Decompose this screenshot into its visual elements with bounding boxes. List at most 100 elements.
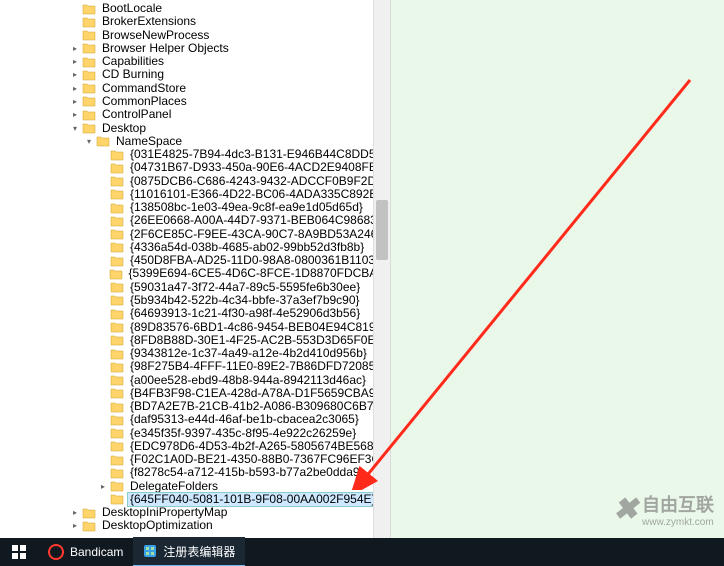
tree-node-label: DelegateFolders <box>128 480 220 493</box>
taskbar-label: Bandicam <box>70 545 123 559</box>
tree-node-label: {9343812e-1c37-4a49-a12e-4b2d410d956b} <box>128 347 369 360</box>
tree-node-label: {8FD8B88D-30E1-4F25-AC2B-553D3D65F0EA} <box>128 334 389 347</box>
expander-closed-icon[interactable]: ▸ <box>70 57 80 67</box>
tree-node[interactable]: ▸{0875DCB6-C686-4243-9432-ADCCF0B9F2D7} <box>0 174 390 187</box>
folder-icon <box>82 29 96 41</box>
expander-closed-icon[interactable]: ▸ <box>98 481 108 491</box>
folder-icon <box>110 480 124 492</box>
tree-node[interactable]: ▸{04731B67-D933-450a-90E6-4ACD2E9408FE} <box>0 161 390 174</box>
tree-node[interactable]: ▸{f8278c54-a712-415b-b593-b77a2be0dda9} <box>0 466 390 479</box>
tree-node[interactable]: ▸{B4FB3F98-C1EA-428d-A78A-D1F5659CBA93} <box>0 387 390 400</box>
tree-node[interactable]: ▸{5399E694-6CE5-4D6C-8FCE-1D8870FDCBA0} <box>0 267 390 280</box>
tree-node[interactable]: ▸ DesktopIniPropertyMap <box>0 506 390 519</box>
tree-node-label: DesktopIniPropertyMap <box>100 506 229 519</box>
tree-node[interactable]: ▸{11016101-E366-4D22-BC06-4ADA335C892B} <box>0 188 390 201</box>
tree-node-label: {4336a54d-038b-4685-ab02-99bb52d3fb8b} <box>128 241 366 254</box>
tree-node[interactable]: ▸{daf95313-e44d-46af-be1b-cbacea2c3065} <box>0 413 390 426</box>
tree-node[interactable]: ▸Capabilities <box>0 55 390 68</box>
taskbar-label: 注册表编辑器 <box>163 543 235 560</box>
folder-icon <box>110 308 124 320</box>
tree-node[interactable]: ▸{F02C1A0D-BE21-4350-88B0-7367FC96EF3C} <box>0 453 390 466</box>
tree-node[interactable]: ▸{EDC978D6-4D53-4b2f-A265-5805674BE568} <box>0 440 390 453</box>
tree-node-label: {59031a47-3f72-44a7-89c5-5595fe6b30ee} <box>128 281 362 294</box>
expander-closed-icon[interactable]: ▸ <box>70 508 80 518</box>
folder-icon <box>82 56 96 68</box>
expander-closed-icon[interactable]: ▸ <box>70 70 80 80</box>
tree-node[interactable]: ▸ DelegateFolders <box>0 480 390 493</box>
scrollbar-track[interactable] <box>373 0 390 538</box>
tree-node[interactable]: ▸ CommandStore <box>0 82 390 95</box>
tree-node[interactable]: ▸{2F6CE85C-F9EE-43CA-90C7-8A9BD53A2467} <box>0 228 390 241</box>
folder-icon <box>110 334 124 346</box>
folder-icon <box>110 188 124 200</box>
scrollbar-thumb[interactable] <box>376 200 388 260</box>
taskbar-item-regedit[interactable]: 注册表编辑器 <box>133 537 245 566</box>
tree-node[interactable]: ▸{a00ee528-ebd9-48b8-944a-8942113d46ac} <box>0 373 390 386</box>
tree-node-label: {04731B67-D933-450a-90E6-4ACD2E9408FE} <box>128 161 383 174</box>
tree-node[interactable]: ▸BrowseNewProcess <box>0 29 390 42</box>
folder-icon <box>110 215 124 227</box>
registry-tree[interactable]: ▸BootLocale▸BrokerExtensions▸BrowseNewPr… <box>0 0 390 535</box>
tree-node-label: {5399E694-6CE5-4D6C-8FCE-1D8870FDCBA0} <box>127 267 390 280</box>
expander-open-icon[interactable]: ▾ <box>84 136 94 146</box>
expander-closed-icon[interactable]: ▸ <box>70 83 80 93</box>
folder-icon <box>110 321 124 333</box>
tree-node[interactable]: ▸{26EE0668-A00A-44D7-9371-BEB064C98683} <box>0 214 390 227</box>
expander-closed-icon[interactable]: ▸ <box>70 521 80 531</box>
tree-node[interactable]: ▸ ControlPanel <box>0 108 390 121</box>
tree-node[interactable]: ▸{5b934b42-522b-4c34-bbfe-37a3ef7b9c90} <box>0 294 390 307</box>
folder-icon <box>110 241 124 253</box>
tree-node[interactable]: ▸{9343812e-1c37-4a49-a12e-4b2d410d956b} <box>0 347 390 360</box>
tree-node[interactable]: ▸{e345f35f-9397-435c-8f95-4e922c26259e} <box>0 427 390 440</box>
tree-node-label: BrowseNewProcess <box>100 29 211 42</box>
start-button[interactable] <box>0 538 38 566</box>
folder-icon <box>82 95 96 107</box>
tree-node-label: {B4FB3F98-C1EA-428d-A78A-D1F5659CBA93} <box>128 387 388 400</box>
folder-icon <box>82 520 96 532</box>
tree-node[interactable]: ▸CD Burning <box>0 68 390 81</box>
tree-node[interactable]: ▸BootLocale <box>0 2 390 15</box>
regedit-icon <box>143 544 157 558</box>
folder-icon <box>110 348 124 360</box>
tree-node[interactable]: ▸{BD7A2E7B-21CB-41b2-A086-B309680C6B7E} <box>0 400 390 413</box>
folder-icon <box>110 281 124 293</box>
tree-node-label: {a00ee528-ebd9-48b8-944a-8942113d46ac} <box>128 374 368 387</box>
tree-node-label: {2F6CE85C-F9EE-43CA-90C7-8A9BD53A2467} <box>128 228 390 241</box>
tree-node[interactable]: ▸{645FF040-5081-101B-9F08-00AA002F954E} <box>0 493 390 506</box>
tree-node-label: ControlPanel <box>100 108 173 121</box>
folder-icon <box>82 3 96 15</box>
record-icon <box>48 544 64 560</box>
tree-node[interactable]: ▸{4336a54d-038b-4685-ab02-99bb52d3fb8b} <box>0 241 390 254</box>
tree-node[interactable]: ▸{89D83576-6BD1-4c86-9454-BEB04E94C819} <box>0 320 390 333</box>
tree-node[interactable]: ▸{98F275B4-4FFF-11E0-89E2-7B86DFD72085} <box>0 360 390 373</box>
tree-node[interactable]: ▸ DesktopOptimization <box>0 519 390 532</box>
tree-node[interactable]: ▸{450D8FBA-AD25-11D0-98A8-0800361B1103} <box>0 254 390 267</box>
tree-node-label: {daf95313-e44d-46af-be1b-cbacea2c3065} <box>128 413 361 426</box>
tree-node[interactable]: ▸{138508bc-1e03-49ea-9c8f-ea9e1d05d65d} <box>0 201 390 214</box>
tree-node-label: {EDC978D6-4D53-4b2f-A265-5805674BE568} <box>128 440 380 453</box>
folder-icon <box>110 467 124 479</box>
tree-node-label: Desktop <box>100 122 148 135</box>
taskbar-item-bandicam[interactable]: Bandicam <box>38 538 133 566</box>
tree-node-label: DesktopOptimization <box>100 519 215 532</box>
expander-open-icon[interactable]: ▾ <box>70 123 80 133</box>
tree-node[interactable]: ▸{64693913-1c21-4f30-a98f-4e52906d3b56} <box>0 307 390 320</box>
folder-icon <box>110 175 124 187</box>
tree-node[interactable]: ▸BrokerExtensions <box>0 15 390 28</box>
tree-node[interactable]: ▾ Desktop <box>0 121 390 134</box>
expander-closed-icon[interactable]: ▸ <box>70 110 80 120</box>
tree-node[interactable]: ▾NameSpace <box>0 135 390 148</box>
tree-node-label: CommandStore <box>100 82 188 95</box>
tree-node[interactable]: ▸{8FD8B88D-30E1-4F25-AC2B-553D3D65F0EA} <box>0 334 390 347</box>
tree-node-label: {e345f35f-9397-435c-8f95-4e922c26259e} <box>128 427 358 440</box>
tree-node[interactable]: ▸Browser Helper Objects <box>0 42 390 55</box>
tree-node[interactable]: ▸CommonPlaces <box>0 95 390 108</box>
expander-closed-icon[interactable]: ▸ <box>70 43 80 53</box>
folder-icon <box>110 374 124 386</box>
tree-node[interactable]: ▸{031E4825-7B94-4dc3-B131-E946B44C8DD5} <box>0 148 390 161</box>
tree-node-label: {f8278c54-a712-415b-b593-b77a2be0dda9} <box>128 466 366 479</box>
folder-icon <box>110 387 124 399</box>
windows-icon <box>12 545 26 559</box>
expander-closed-icon[interactable]: ▸ <box>70 96 80 106</box>
tree-node[interactable]: ▸{59031a47-3f72-44a7-89c5-5595fe6b30ee} <box>0 281 390 294</box>
